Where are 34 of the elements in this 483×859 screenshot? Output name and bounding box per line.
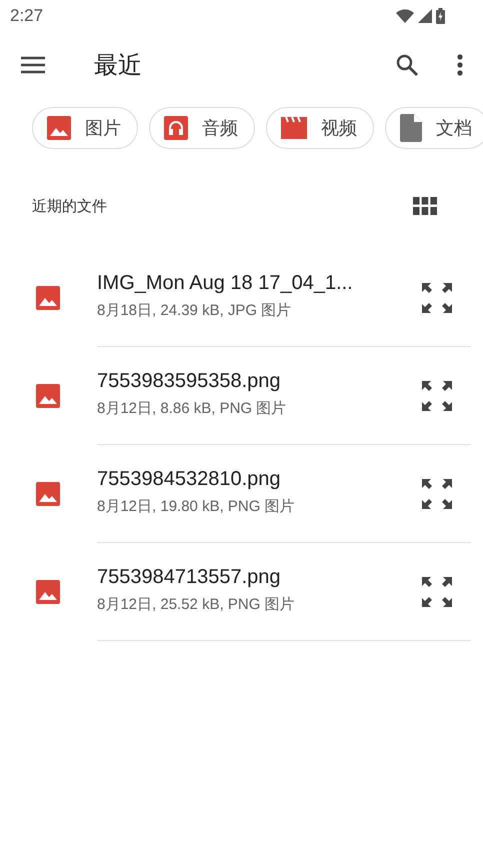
status-time: 2:27 xyxy=(10,6,44,26)
headphones-icon xyxy=(164,116,188,140)
image-icon xyxy=(47,116,71,140)
expand-icon xyxy=(421,380,453,412)
filter-chip[interactable]: 文档 xyxy=(385,107,483,149)
file-name: 7553983595358.png xyxy=(97,370,282,392)
filter-chip[interactable]: 图片 xyxy=(32,107,138,149)
signal-icon xyxy=(418,9,432,23)
battery-icon xyxy=(436,8,445,24)
wifi-icon xyxy=(396,9,414,23)
filter-chip[interactable]: 音频 xyxy=(149,107,255,149)
image-icon xyxy=(36,482,60,506)
more-icon xyxy=(457,54,463,76)
file-details: 8月12日, 8.86 kB, PNG 图片 xyxy=(97,398,288,418)
expand-icon xyxy=(421,576,453,608)
file-details: 8月12日, 19.80 kB, PNG 图片 xyxy=(97,496,296,516)
file-details: 8月12日, 25.52 kB, PNG 图片 xyxy=(97,594,296,614)
file-name: 7553984532810.png xyxy=(97,468,282,490)
image-icon xyxy=(36,384,60,408)
grid-icon xyxy=(413,197,437,215)
page-title: 最近 xyxy=(94,51,143,81)
image-icon xyxy=(36,286,60,310)
file-name: IMG_Mon Aug 18 17_04_1... xyxy=(97,272,354,294)
filter-chip[interactable]: 视频 xyxy=(266,107,374,149)
search-icon xyxy=(395,53,419,77)
file-name: 7553984713557.png xyxy=(97,566,282,588)
clapperboard-icon xyxy=(281,117,307,139)
document-icon xyxy=(400,114,422,142)
image-icon xyxy=(36,580,60,604)
expand-icon xyxy=(421,478,453,510)
menu-icon xyxy=(20,56,46,74)
expand-icon xyxy=(421,282,453,314)
file-details: 8月18日, 24.39 kB, JPG 图片 xyxy=(97,300,292,320)
section-title: 近期的文件 xyxy=(32,196,107,216)
